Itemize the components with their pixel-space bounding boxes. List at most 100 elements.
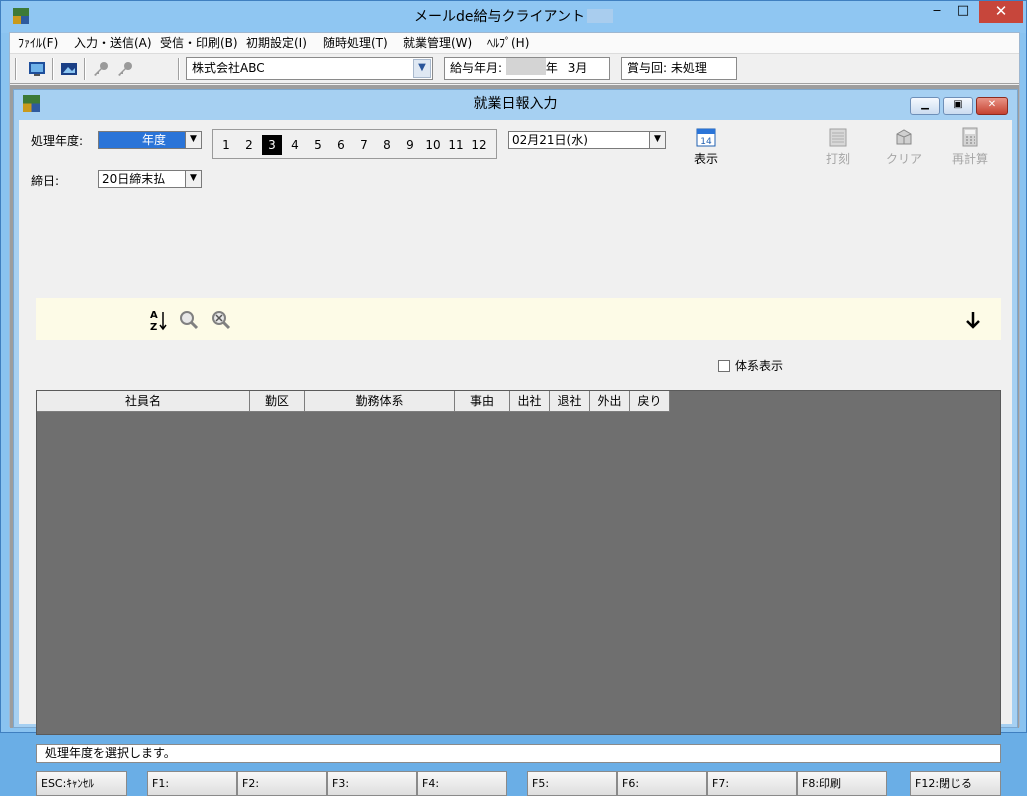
col-return[interactable]: 戻り <box>630 391 670 412</box>
display-label: 表示 <box>693 152 718 166</box>
checkbox-label: 体系表示 <box>735 359 784 373</box>
year-label: 処理年度: <box>31 134 84 148</box>
maximize-button[interactable]: □ <box>951 1 975 23</box>
clear-label: クリア <box>885 152 922 166</box>
child-close-button[interactable]: ✕ <box>976 97 1008 115</box>
month-3[interactable]: 3 <box>262 135 282 155</box>
month-11[interactable]: 11 <box>446 135 466 155</box>
pay-period-field: 給与年月: 年 3月 <box>444 57 610 80</box>
month-2[interactable]: 2 <box>239 135 259 155</box>
client-area: ﾌｧｲﾙ(F) 入力・送信(A) 受信・印刷(B) 初期設定(I) 随時処理(T… <box>9 32 1020 796</box>
child-minimize-button[interactable]: ▁ <box>910 97 940 115</box>
mdi-area: 就業日報入力 ▁ ▣ ✕ 処理年度: 年度 ▼ 1 2 3 4 5 6 7 8 … <box>10 85 1019 796</box>
col-work-system[interactable]: 勤務体系 <box>305 391 455 412</box>
chevron-down-icon[interactable]: ▼ <box>649 132 665 148</box>
menu-receive-print[interactable]: 受信・印刷(B) <box>160 33 238 53</box>
month-1[interactable]: 1 <box>216 135 236 155</box>
month-7[interactable]: 7 <box>354 135 374 155</box>
stamp-label: 打刻 <box>825 152 850 166</box>
menu-bar: ﾌｧｲﾙ(F) 入力・送信(A) 受信・印刷(B) 初期設定(I) 随時処理(T… <box>10 33 1019 53</box>
month-6[interactable]: 6 <box>331 135 351 155</box>
menu-input-send[interactable]: 入力・送信(A) <box>74 33 152 53</box>
chevron-down-icon[interactable]: ▼ <box>185 171 201 187</box>
chevron-down-icon[interactable]: ▼ <box>185 132 201 148</box>
system-display-checkbox[interactable]: 体系表示 <box>718 357 783 374</box>
stamp-button[interactable]: 打刻 <box>813 126 863 167</box>
minimize-button[interactable]: ‒ <box>925 1 949 23</box>
toolbar-separator <box>84 58 86 80</box>
f3-button[interactable]: F3: <box>327 771 417 796</box>
clear-box-icon <box>896 129 912 145</box>
key-icon[interactable] <box>116 60 134 78</box>
svg-text:A: A <box>150 310 158 321</box>
search-clear-icon[interactable] <box>210 308 232 332</box>
col-reason[interactable]: 事由 <box>455 391 510 412</box>
chevron-down-icon[interactable]: ▼ <box>413 59 431 78</box>
clear-button[interactable]: クリア <box>879 126 929 167</box>
calculator-icon <box>962 127 978 147</box>
child-window: 就業日報入力 ▁ ▣ ✕ 処理年度: 年度 ▼ 1 2 3 4 5 6 7 8 … <box>13 89 1018 796</box>
close-button[interactable]: ✕ <box>979 1 1023 23</box>
form-body: 処理年度: 年度 ▼ 1 2 3 4 5 6 7 8 9 10 11 12 02… <box>19 120 1012 796</box>
menu-initial-settings[interactable]: 初期設定(I) <box>246 33 307 53</box>
masked-text <box>586 9 613 23</box>
app-title-text: メールde給与クライアント <box>414 9 585 25</box>
f12-close-button[interactable]: F12:閉じる <box>910 771 1001 796</box>
year-select[interactable]: 年度 ▼ <box>98 131 202 149</box>
bonus-label: 賞与回: <box>627 61 668 75</box>
month-12[interactable]: 12 <box>469 135 489 155</box>
col-clock-in[interactable]: 出社 <box>510 391 550 412</box>
f6-button[interactable]: F6: <box>617 771 707 796</box>
app-window: メールde給与クライアント ‒ □ ✕ ﾌｧｲﾙ(F) 入力・送信(A) 受信・… <box>0 0 1027 796</box>
pay-period-label: 給与年月: <box>450 61 503 75</box>
closing-value: 20日締末払 <box>102 172 166 186</box>
col-work-class[interactable]: 勤区 <box>250 391 305 412</box>
pay-period-year-suffix: 年 <box>545 61 558 75</box>
menu-file[interactable]: ﾌｧｲﾙ(F) <box>18 33 58 53</box>
checkbox-box[interactable] <box>718 360 730 372</box>
toolbar-separator <box>15 58 17 80</box>
month-8[interactable]: 8 <box>377 135 397 155</box>
sort-az-icon[interactable]: AZ <box>148 308 170 332</box>
recalc-button[interactable]: 再計算 <box>945 126 995 167</box>
tool-strip: AZ <box>36 298 1001 340</box>
f5-button[interactable]: F5: <box>527 771 617 796</box>
col-clock-out[interactable]: 退社 <box>550 391 590 412</box>
closing-select[interactable]: 20日締末払 ▼ <box>98 170 202 188</box>
col-go-out[interactable]: 外出 <box>590 391 630 412</box>
date-select[interactable]: 02月21日(水) ▼ <box>508 131 666 149</box>
month-selector: 1 2 3 4 5 6 7 8 9 10 11 12 <box>212 129 497 159</box>
window-title: 就業日報入力 <box>473 96 558 112</box>
time-card-icon <box>829 128 847 147</box>
f8-print-button[interactable]: F8:印刷 <box>797 771 887 796</box>
grid-header: 社員名 勤区 勤務体系 事由 出社 退社 外出 戻り <box>37 391 670 412</box>
child-restore-button[interactable]: ▣ <box>943 97 973 115</box>
menu-adhoc[interactable]: 随時処理(T) <box>323 33 388 53</box>
search-icon[interactable] <box>178 308 200 332</box>
title-bar[interactable]: メールde給与クライアント ‒ □ ✕ <box>1 1 1026 33</box>
month-4[interactable]: 4 <box>285 135 305 155</box>
date-value: 02月21日(水) <box>512 133 588 147</box>
menu-work-management[interactable]: 就業管理(W) <box>403 33 472 53</box>
key-icon[interactable] <box>92 60 110 78</box>
svg-text:14: 14 <box>700 137 712 147</box>
masked-year <box>505 58 546 75</box>
col-employee-name[interactable]: 社員名 <box>37 391 250 412</box>
f4-button[interactable]: F4: <box>417 771 507 796</box>
month-9[interactable]: 9 <box>400 135 420 155</box>
screen-icon[interactable] <box>60 60 78 78</box>
display-button[interactable]: 14 表示 <box>681 126 731 167</box>
f2-button[interactable]: F2: <box>237 771 327 796</box>
month-10[interactable]: 10 <box>423 135 443 155</box>
arrow-down-icon[interactable] <box>962 308 984 332</box>
month-5[interactable]: 5 <box>308 135 328 155</box>
company-select[interactable]: 株式会社ABC ▼ <box>186 57 433 80</box>
f7-button[interactable]: F7: <box>707 771 797 796</box>
pay-period-month: 3月 <box>567 61 588 75</box>
f1-button[interactable]: F1: <box>147 771 237 796</box>
menu-help[interactable]: ﾍﾙﾌﾟ(H) <box>487 33 529 53</box>
toolbar-separator <box>178 58 180 80</box>
monitor-icon[interactable] <box>28 60 46 78</box>
esc-cancel-button[interactable]: ESC:ｷｬﾝｾﾙ <box>36 771 127 796</box>
attendance-grid[interactable]: 社員名 勤区 勤務体系 事由 出社 退社 外出 戻り <box>36 390 1001 735</box>
